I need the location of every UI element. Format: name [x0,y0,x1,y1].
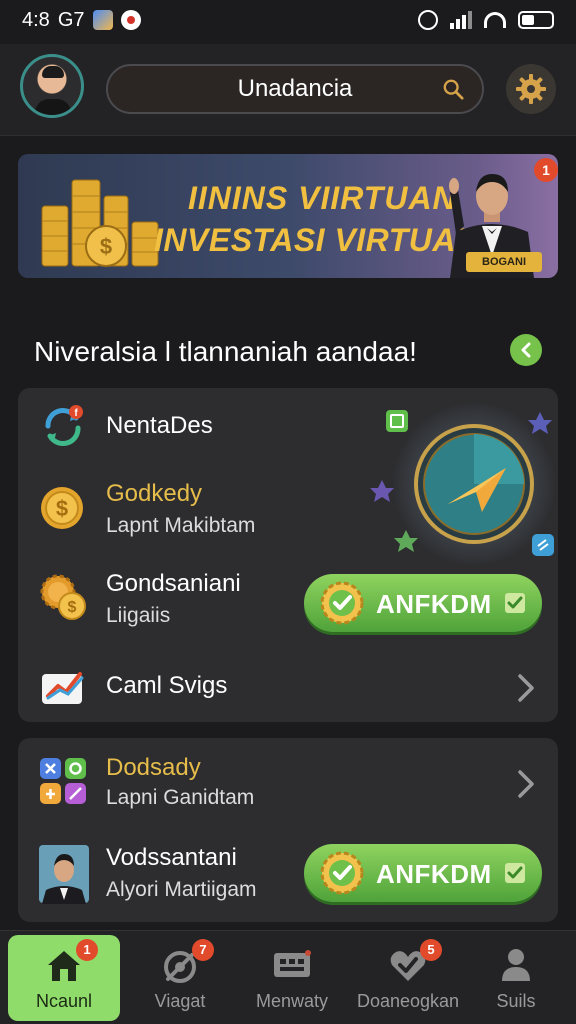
nav-item-viagat[interactable]: 7 Viagat [124,935,236,1021]
row-title: NentaDes [106,412,213,439]
anfkdm-button[interactable]: ANFKDM [304,574,542,632]
nav-item-menwaty[interactable]: Menwaty [236,935,348,1021]
svg-text:$: $ [100,234,112,259]
chevron-left-icon [521,342,531,358]
section-title: Niveralsia l tlannaniah aandaa! [34,336,417,367]
app-header: Unadancia [0,44,576,136]
banner-tag: BOGANI [466,252,542,272]
bottom-nav: 1 Ncaunl 7 Viagat Menwaty 5 Doaneogkan S… [0,930,576,1024]
row-subtitle: Alyori Martiigam [106,878,257,901]
row-subtitle: Lapnt Makibtam [106,514,256,537]
button-label: ANFKDM [376,589,492,619]
check-icon [505,863,525,883]
search-input[interactable]: Unadancia [238,75,353,103]
list-item-dodsady[interactable]: Dodsady Lapni Ganidtam [18,738,558,830]
anfkdm-button[interactable]: ANFKDM [304,844,542,902]
gold-coin-icon: $ [41,487,83,529]
check-icon [505,593,525,613]
svg-text:$: $ [56,496,68,521]
nav-badge: 1 [76,939,98,961]
chevron-right-icon[interactable] [514,672,538,704]
promo-banner[interactable]: $ IININS VIIRTUAN INVESTASI VIRTUAL BOGA… [18,154,558,278]
row-subtitle: Lapni Ganidtam [106,786,255,809]
signal-icon [450,11,472,29]
nav-label: Ncaunl [35,991,93,1011]
coins-gear-icon: $ [40,574,86,620]
row-title: Caml Svigs [106,672,228,699]
search-field[interactable]: Unadancia [106,64,484,114]
row-title: Gondsaniani [106,570,241,597]
search-icon[interactable] [442,78,464,100]
nav-item-doaneogkan[interactable]: 5 Doaneogkan [352,935,464,1021]
app-notification-icon [92,10,113,30]
banner-subheadline: INVESTASI VIRTUAL [154,222,477,258]
status-carrier: G7 [57,8,85,31]
banner-headline: IININS VIIRTUAN [188,180,457,216]
nav-label: Doaneogkan [356,991,460,1011]
gear-icon [516,74,546,104]
row-title: Godkedy [106,480,203,507]
feature-card: f NentaDes $ Godkedy Lapnt Makibtam $ Go… [18,388,558,722]
compass-emblem-icon [370,402,556,566]
coin-stack-icon: $ [41,179,159,267]
nav-label: Suils [496,991,536,1011]
chart-icon [42,672,84,704]
nav-badge: 7 [192,939,214,961]
shield-check-icon [320,581,364,625]
shield-check-icon [320,851,364,895]
nav-label: Viagat [154,991,206,1011]
apps-icon [40,758,86,804]
avatar[interactable] [20,54,84,118]
chat-icon [274,950,311,977]
button-label: ANFKDM [376,859,492,889]
nav-badge: 5 [420,939,442,961]
list-item-caml-svigs[interactable]: Caml Svigs [18,650,558,722]
collapse-button[interactable] [510,334,542,366]
row-title: Dodsady [106,754,201,781]
battery-icon [518,11,554,29]
wifi-icon [484,12,506,28]
refresh-icon: f [45,405,83,447]
settings-button[interactable] [506,64,556,114]
chevron-right-icon[interactable] [514,768,538,800]
feature-card-secondary: Dodsady Lapni Ganidtam Vodssantani Alyor… [18,738,558,922]
alarm-icon [418,10,438,30]
row-title: Vodssantani [106,844,237,871]
status-bar: 4:8 G7 [0,0,576,40]
nav-item-suils[interactable]: Suils [460,935,572,1021]
record-notification-icon [120,10,141,30]
nav-item-home[interactable]: 1 Ncaunl [8,935,120,1021]
svg-text:$: $ [68,599,77,616]
profile-photo [39,845,89,904]
row-subtitle: Liigaiis [106,604,171,627]
status-time: 4:8 [22,8,50,31]
banner-badge: 1 [534,158,558,182]
list-item-vodssantani[interactable]: Vodssantani Alyori Martiigam ANFKDM [18,830,558,922]
person-icon [502,949,530,981]
nav-label: Menwaty [255,991,329,1011]
